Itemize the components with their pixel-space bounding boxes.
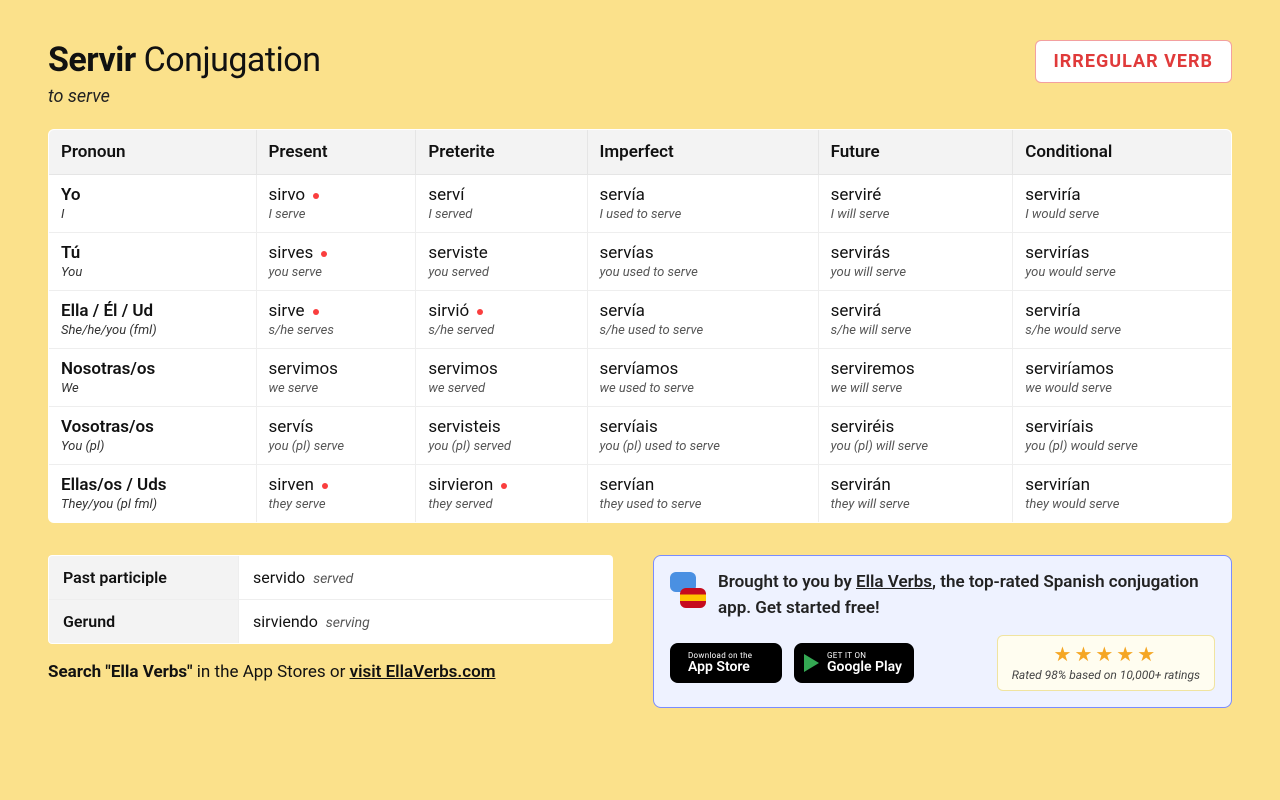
participle-label: Gerund: [49, 600, 239, 644]
participle-table: Past participleservido servedGerundsirvi…: [48, 555, 613, 644]
pronoun-cell: Vosotras/osYou (pl): [49, 407, 257, 465]
column-header: Present: [256, 130, 416, 175]
column-header: Pronoun: [49, 130, 257, 175]
promo-text: Brought to you by Ella Verbs, the top-ra…: [718, 570, 1215, 621]
conjugation-cell: serviste you served: [416, 233, 587, 291]
conjugation-cell: serviríais you (pl) would serve: [1013, 407, 1232, 465]
conjugation-cell: sirvió s/he served: [416, 291, 587, 349]
conjugation-cell: servisteis you (pl) served: [416, 407, 587, 465]
column-header: Preterite: [416, 130, 587, 175]
page-title: Servir Conjugation: [48, 40, 320, 80]
conjugation-cell: sirve s/he serves: [256, 291, 416, 349]
table-row: Ellas/os / UdsThey/you (pl fml)sirven th…: [49, 465, 1232, 523]
pronoun-cell: Nosotras/osWe: [49, 349, 257, 407]
participle-label: Past participle: [49, 556, 239, 600]
conjugation-cell: sirves you serve: [256, 233, 416, 291]
conjugation-cell: servían they used to serve: [587, 465, 818, 523]
conjugation-cell: servía s/he used to serve: [587, 291, 818, 349]
irregular-dot-icon: [321, 251, 327, 257]
table-row: Nosotras/osWeservimos we serveservimos w…: [49, 349, 1232, 407]
title-meaning: to serve: [48, 86, 320, 107]
promo-icon: [670, 572, 706, 608]
star-icons: ★★★★★: [1012, 642, 1200, 666]
conjugation-cell: servimos we serve: [256, 349, 416, 407]
google-play-button[interactable]: GET IT ON Google Play: [794, 643, 914, 683]
table-row: Vosotras/osYou (pl)servís you (pl) serve…: [49, 407, 1232, 465]
pronoun-cell: TúYou: [49, 233, 257, 291]
conjugation-cell: servirías you would serve: [1013, 233, 1232, 291]
promo-box: Brought to you by Ella Verbs, the top-ra…: [653, 555, 1232, 708]
participle-row: Gerundsirviendo serving: [49, 600, 613, 644]
irregular-badge: IRREGULAR VERB: [1035, 40, 1233, 83]
irregular-dot-icon: [477, 309, 483, 315]
search-prefix: Search "Ella Verbs": [48, 662, 193, 682]
search-mid: in the App Stores or: [193, 662, 350, 682]
conjugation-cell: servirían they would serve: [1013, 465, 1232, 523]
conjugation-cell: servíais you (pl) used to serve: [587, 407, 818, 465]
conjugation-table: PronounPresentPreteriteImperfectFutureCo…: [48, 129, 1232, 523]
table-row: YoIsirvo I serveserví I servedservía I u…: [49, 175, 1232, 233]
rating-subtext: Rated 98% based on 10,000+ ratings: [1012, 668, 1200, 682]
conjugation-cell: sirven they serve: [256, 465, 416, 523]
conjugation-cell: sirvieron they served: [416, 465, 587, 523]
search-line: Search "Ella Verbs" in the App Stores or…: [48, 662, 613, 682]
column-header: Conditional: [1013, 130, 1232, 175]
irregular-dot-icon: [322, 483, 328, 489]
conjugation-cell: servíamos we used to serve: [587, 349, 818, 407]
visit-link[interactable]: visit EllaVerbs.com: [350, 662, 496, 682]
title-suffix: Conjugation: [144, 40, 321, 80]
table-row: Ella / Él / UdShe/he/you (fml)sirve s/he…: [49, 291, 1232, 349]
conjugation-cell: servirán they will serve: [818, 465, 1013, 523]
conjugation-cell: servimos we served: [416, 349, 587, 407]
conjugation-cell: serviría s/he would serve: [1013, 291, 1232, 349]
participle-value: servido served: [239, 556, 613, 600]
pronoun-cell: YoI: [49, 175, 257, 233]
title-verb: Servir: [48, 40, 136, 80]
conjugation-cell: servías you used to serve: [587, 233, 818, 291]
ella-verbs-link[interactable]: Ella Verbs: [856, 572, 932, 592]
irregular-dot-icon: [313, 309, 319, 315]
conjugation-cell: serviré I will serve: [818, 175, 1013, 233]
app-store-button[interactable]: Download on the App Store: [670, 643, 782, 683]
conjugation-cell: serviría I would serve: [1013, 175, 1232, 233]
conjugation-cell: servirá s/he will serve: [818, 291, 1013, 349]
conjugation-cell: serviríamos we would serve: [1013, 349, 1232, 407]
title-block: Servir Conjugation to serve: [48, 40, 320, 107]
irregular-dot-icon: [501, 483, 507, 489]
conjugation-cell: serviremos we will serve: [818, 349, 1013, 407]
participle-value: sirviendo serving: [239, 600, 613, 644]
conjugation-cell: serví I served: [416, 175, 587, 233]
google-play-icon: [804, 654, 819, 672]
participle-row: Past participleservido served: [49, 556, 613, 600]
column-header: Imperfect: [587, 130, 818, 175]
pronoun-cell: Ellas/os / UdsThey/you (pl fml): [49, 465, 257, 523]
conjugation-cell: servía I used to serve: [587, 175, 818, 233]
conjugation-cell: serviréis you (pl) will serve: [818, 407, 1013, 465]
conjugation-cell: servís you (pl) serve: [256, 407, 416, 465]
rating-box: ★★★★★ Rated 98% based on 10,000+ ratings: [997, 635, 1215, 691]
conjugation-cell: sirvo I serve: [256, 175, 416, 233]
pronoun-cell: Ella / Él / UdShe/he/you (fml): [49, 291, 257, 349]
column-header: Future: [818, 130, 1013, 175]
conjugation-cell: servirás you will serve: [818, 233, 1013, 291]
irregular-dot-icon: [313, 193, 319, 199]
table-row: TúYousirves you serveserviste you served…: [49, 233, 1232, 291]
